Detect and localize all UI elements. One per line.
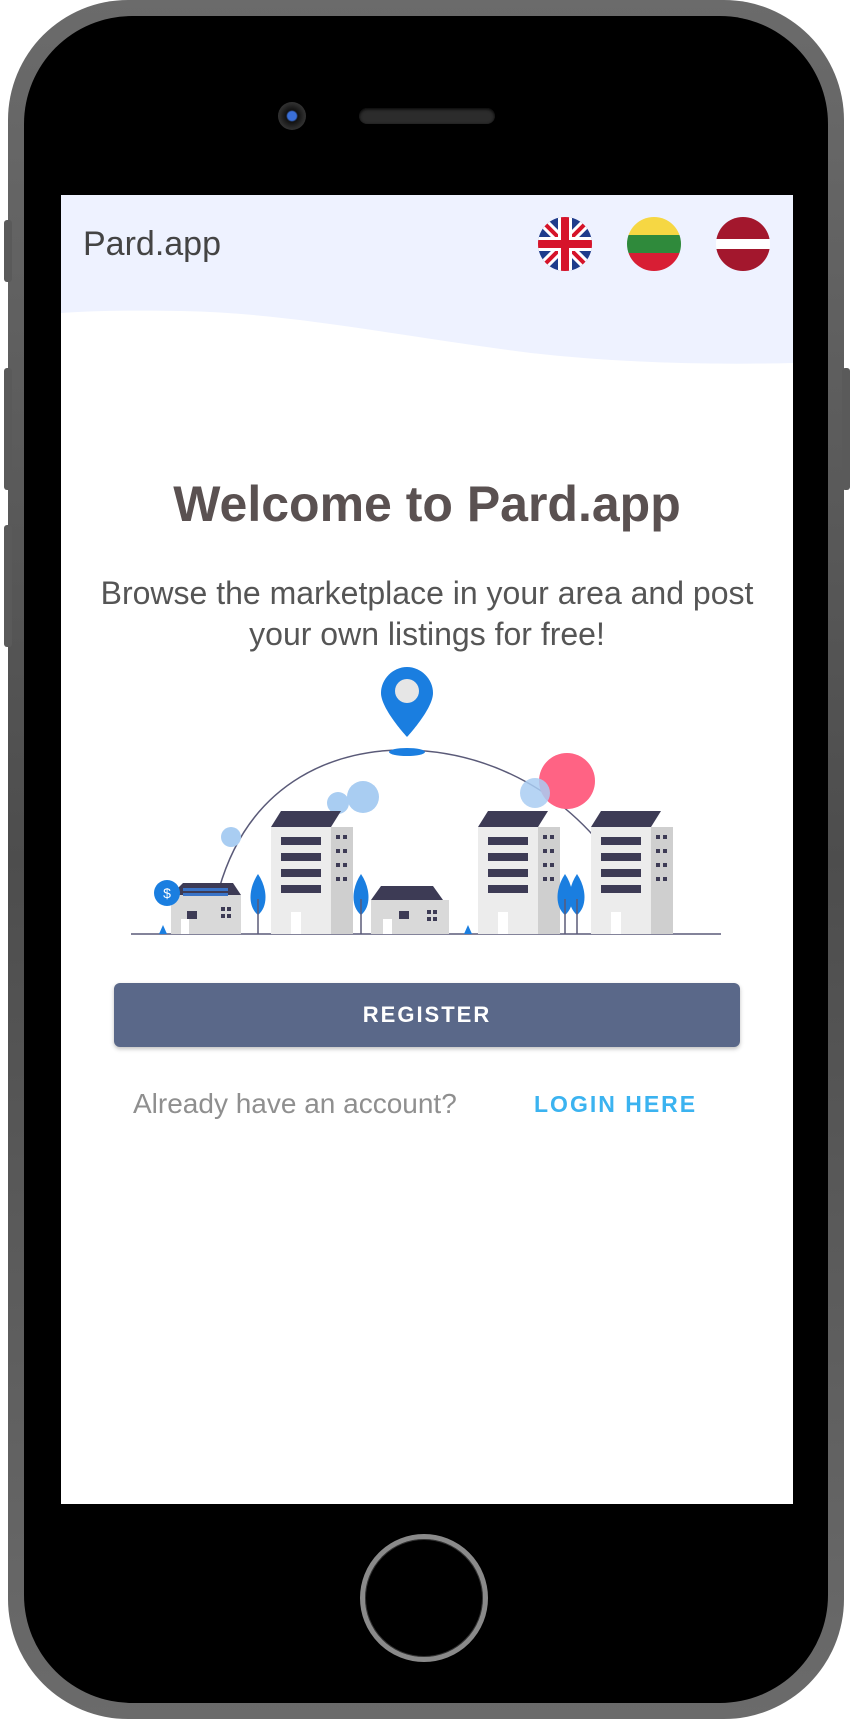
uk-flag-icon[interactable] (538, 217, 592, 271)
city-marketplace-illustration: $ (131, 667, 721, 935)
header-wave-background (61, 195, 793, 364)
app-screen: Pard.app Welcome to Pard.app Browse the … (61, 195, 793, 1504)
login-link[interactable]: LOGIN HERE (534, 1091, 697, 1118)
app-brand-title[interactable]: Pard.app (83, 225, 221, 264)
home-button[interactable] (360, 1534, 488, 1662)
volume-down-button (4, 525, 12, 647)
earpiece-speaker (359, 108, 495, 124)
volume-up-button (4, 368, 12, 490)
svg-text:$: $ (163, 885, 171, 901)
power-button (842, 368, 850, 490)
register-button[interactable]: REGISTER (114, 983, 740, 1047)
latvia-flag-icon[interactable] (716, 217, 770, 271)
lithuania-flag-icon[interactable] (627, 217, 681, 271)
mute-switch (4, 220, 12, 282)
front-camera-icon (278, 102, 306, 130)
page-subtitle: Browse the marketplace in your area and … (100, 575, 754, 652)
page-title: Welcome to Pard.app (173, 476, 681, 532)
account-prompt-text: Already have an account? (133, 1088, 457, 1119)
